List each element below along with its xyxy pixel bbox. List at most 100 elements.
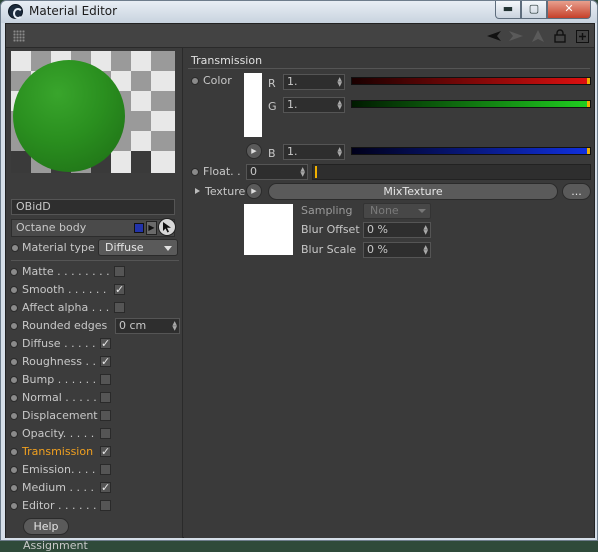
channel-label: Normal . . . . . [22, 391, 97, 404]
spinner-icon[interactable]: ▲ ▼ [337, 100, 342, 111]
float-field[interactable]: 0 ▲ ▼ [246, 164, 308, 180]
material-type-dropdown[interactable]: Diffuse [98, 239, 178, 256]
keyframe-dot[interactable] [10, 412, 18, 420]
sampling-dropdown[interactable]: None [363, 203, 431, 219]
channel-opacity[interactable]: Opacity. . . . . [9, 425, 181, 443]
slider-handle[interactable] [587, 78, 590, 84]
roughness-checkbox[interactable]: ✓ [100, 356, 111, 367]
material-name-field[interactable]: OBidD [11, 199, 175, 215]
b-value: 1. [287, 145, 298, 158]
texture-menu-button[interactable]: ▶ [246, 183, 262, 199]
minimize-button[interactable]: ▬ [495, 1, 521, 19]
title-bar[interactable]: Material Editor ▬ ▢ ✕ [1, 1, 597, 23]
channel-diffuse[interactable]: Diffuse . . . . . ✓ [9, 335, 181, 353]
keyframe-dot[interactable] [11, 244, 19, 252]
channel-emission[interactable]: Emission. . . . [9, 461, 181, 479]
green-slider[interactable] [351, 100, 591, 108]
red-slider[interactable] [351, 77, 591, 85]
keyframe-dot[interactable] [10, 358, 18, 366]
slider-handle[interactable] [587, 148, 590, 154]
channel-editor[interactable]: Editor . . . . . . [9, 497, 181, 515]
color-mode-button[interactable]: ▶ [246, 143, 262, 159]
back-arrow-icon[interactable] [486, 28, 502, 44]
texture-button[interactable]: MixTexture [268, 183, 558, 200]
material-type-row[interactable]: Octane body ▶ [11, 218, 176, 237]
channel-roughness[interactable]: Roughness . . ✓ [9, 353, 181, 371]
channel-label: Bump . . . . . . [22, 373, 97, 386]
channel-transmission[interactable]: Transmission ✓ [9, 443, 181, 461]
channel-medium[interactable]: Medium . . . . ✓ [9, 479, 181, 497]
keyframe-dot[interactable] [10, 268, 18, 276]
spinner-icon[interactable]: ▲ ▼ [337, 147, 342, 158]
float-slider[interactable] [312, 164, 591, 180]
pick-cursor-button[interactable] [158, 218, 176, 236]
blur-scale-field[interactable]: 0 % ▲ ▼ [363, 242, 431, 258]
rounded-edges-field[interactable]: 0 cm ▲ ▼ [115, 318, 180, 334]
channel-bump[interactable]: Bump . . . . . . [9, 371, 181, 389]
blur-offset-field[interactable]: 0 % ▲ ▼ [363, 222, 431, 238]
more-button[interactable]: ... [562, 183, 591, 200]
channel-label: Emission. . . . [22, 463, 96, 476]
editor-checkbox[interactable] [100, 500, 111, 511]
material-preview[interactable] [11, 51, 175, 173]
blur-offset-value: 0 % [367, 223, 388, 236]
new-window-icon[interactable] [574, 28, 590, 44]
expand-triangle-icon[interactable] [195, 188, 200, 194]
emission-checkbox[interactable] [100, 464, 111, 475]
channel-rounded-edges[interactable]: Rounded edges 0 cm ▲ ▼ [9, 317, 181, 335]
spinner-icon[interactable]: ▲ ▼ [300, 167, 305, 178]
blur-offset-label: Blur Offset [301, 223, 360, 236]
up-arrow-icon[interactable] [530, 28, 546, 44]
opacity-checkbox[interactable] [100, 428, 111, 439]
keyframe-dot[interactable] [10, 502, 18, 510]
expand-arrow-button[interactable]: ▶ [146, 221, 157, 235]
transmission-checkbox[interactable]: ✓ [100, 446, 111, 457]
keyframe-dot[interactable] [10, 340, 18, 348]
keyframe-dot[interactable] [10, 448, 18, 456]
channel-matte[interactable]: Matte . . . . . . . . [9, 263, 181, 281]
slider-handle[interactable] [315, 166, 317, 178]
channel-displacement[interactable]: Displacement [9, 407, 181, 425]
displacement-checkbox[interactable] [100, 410, 111, 421]
spinner-icon[interactable]: ▲ ▼ [337, 77, 342, 88]
lock-icon[interactable] [552, 28, 568, 44]
blue-slider[interactable] [351, 147, 591, 155]
spinner-icon[interactable]: ▲ ▼ [423, 245, 428, 256]
forward-arrow-icon[interactable] [508, 28, 524, 44]
keyframe-dot[interactable] [10, 322, 18, 330]
keyframe-dot[interactable] [10, 304, 18, 312]
r-field[interactable]: 1. ▲ ▼ [283, 74, 345, 90]
grip-icon[interactable] [13, 30, 25, 42]
spinner-icon[interactable]: ▲ ▼ [423, 225, 428, 236]
g-field[interactable]: 1. ▲ ▼ [283, 97, 345, 113]
b-field[interactable]: 1. ▲ ▼ [283, 144, 345, 160]
sampling-label: Sampling [301, 204, 353, 217]
normal-checkbox[interactable] [100, 392, 111, 403]
matte-checkbox[interactable] [114, 266, 125, 277]
keyframe-dot[interactable] [191, 77, 199, 85]
bump-checkbox[interactable] [100, 374, 111, 385]
texture-preview[interactable] [244, 204, 293, 255]
channel-normal[interactable]: Normal . . . . . [9, 389, 181, 407]
close-button[interactable]: ✕ [547, 1, 591, 19]
diffuse-checkbox[interactable]: ✓ [100, 338, 111, 349]
smooth-checkbox[interactable]: ✓ [114, 284, 125, 295]
keyframe-dot[interactable] [10, 466, 18, 474]
help-button[interactable]: Help [23, 518, 69, 535]
channel-affect-alpha[interactable]: Affect alpha . . . [9, 299, 181, 317]
medium-checkbox[interactable]: ✓ [100, 482, 111, 493]
keyframe-dot[interactable] [10, 430, 18, 438]
keyframe-dot[interactable] [10, 394, 18, 402]
keyframe-dot[interactable] [191, 168, 199, 176]
keyframe-dot[interactable] [10, 286, 18, 294]
affect-alpha-checkbox[interactable] [114, 302, 125, 313]
spinner-icon[interactable]: ▲ ▼ [172, 321, 177, 332]
channel-smooth[interactable]: Smooth . . . . . . ✓ [9, 281, 181, 299]
keyframe-dot[interactable] [10, 484, 18, 492]
keyframe-dot[interactable] [10, 376, 18, 384]
slider-handle[interactable] [587, 101, 590, 107]
float-value: 0 [250, 165, 257, 178]
color-swatch[interactable] [244, 73, 262, 137]
channel-label: Displacement [22, 409, 98, 422]
maximize-button[interactable]: ▢ [521, 1, 547, 19]
